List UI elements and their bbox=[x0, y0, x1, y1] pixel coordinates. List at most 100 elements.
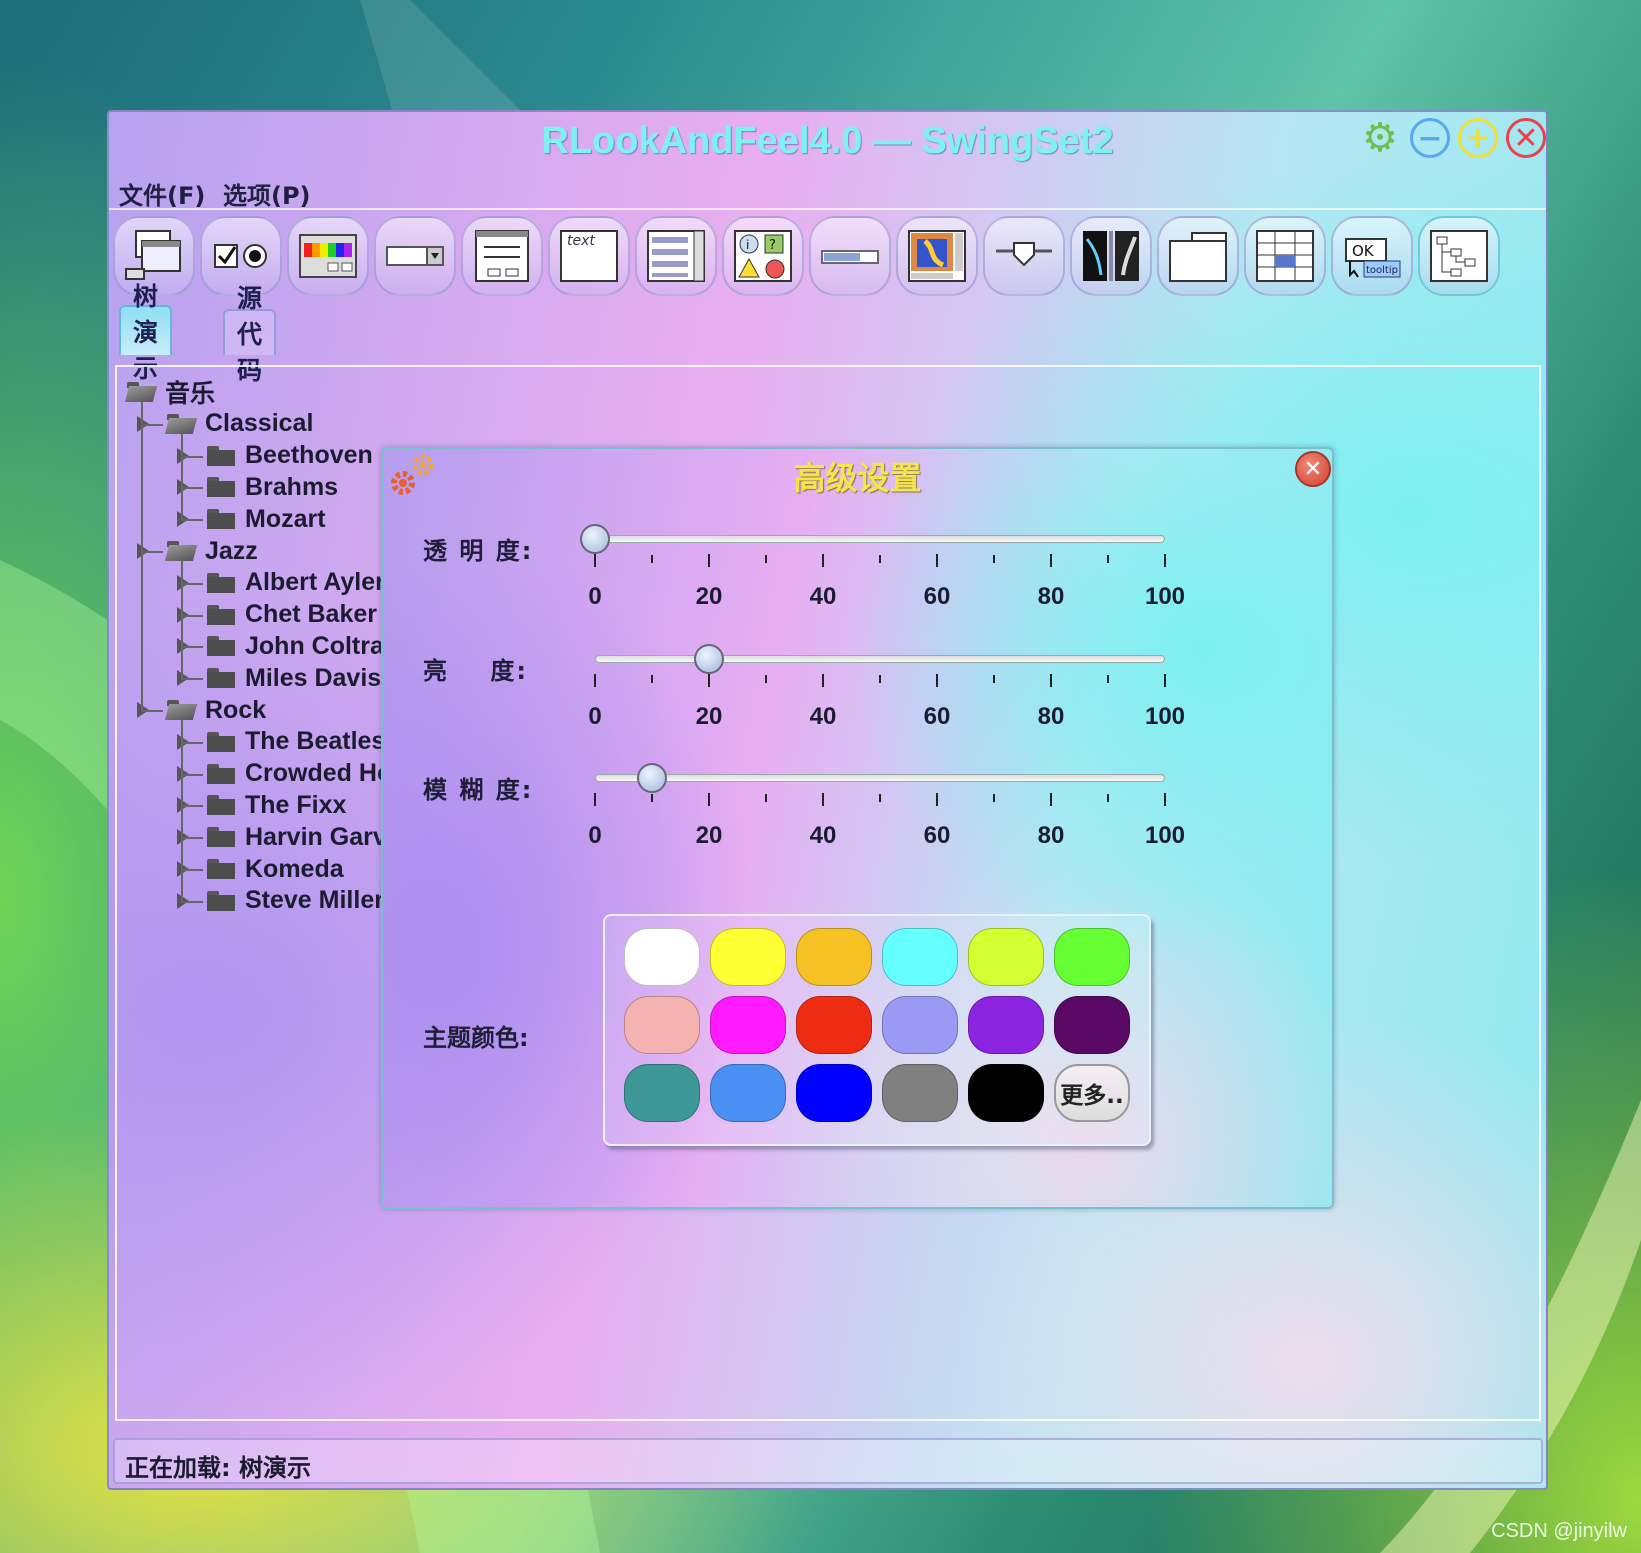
tabbed-pane-icon bbox=[1169, 232, 1227, 282]
list-icon bbox=[647, 230, 705, 282]
theme-color-swatch[interactable] bbox=[710, 928, 786, 986]
blur-slider[interactable]: 0 20 40 60 80 100 bbox=[588, 763, 1185, 888]
toolbar-tabbed-pane-button[interactable] bbox=[1157, 216, 1239, 296]
blur-label: 模 糊 度: bbox=[423, 776, 534, 804]
tab-source-code[interactable]: 源代码 bbox=[223, 284, 277, 385]
tree-node-label: Brahms bbox=[245, 472, 339, 501]
slider-tick-label: 100 bbox=[1144, 703, 1186, 730]
toolbar-color-chooser-button[interactable] bbox=[287, 216, 369, 296]
split-pane-icon bbox=[1083, 231, 1139, 281]
toolbar-file-chooser-button[interactable] bbox=[461, 216, 543, 296]
slider-track[interactable] bbox=[595, 535, 1165, 543]
tree-leaf-node[interactable]: Beethoven bbox=[207, 441, 373, 471]
slider-tick-label: 20 bbox=[695, 583, 723, 610]
slider-thumb[interactable] bbox=[637, 763, 667, 793]
toolbar-scroll-pane-button[interactable] bbox=[896, 216, 978, 296]
more-colors-button[interactable]: 更多.. bbox=[1054, 1064, 1130, 1122]
slider-thumb[interactable] bbox=[580, 524, 610, 554]
close-button[interactable]: ✕ bbox=[1506, 118, 1546, 158]
folder-icon bbox=[207, 668, 235, 689]
slider-major-tick bbox=[822, 554, 824, 567]
tree-leaf-node[interactable]: Miles Davis bbox=[207, 663, 381, 693]
toolbar-editor-pane-button[interactable]: text bbox=[548, 216, 630, 296]
slider-tick-label: 80 bbox=[1037, 703, 1065, 730]
tree-connector-line bbox=[181, 741, 203, 744]
title-bar[interactable]: RLookAndFeel4.0 — SwingSet2 ⚙ − + ✕ bbox=[109, 112, 1546, 174]
brightness-label: 亮 度: bbox=[423, 657, 529, 685]
theme-color-swatch[interactable] bbox=[624, 928, 700, 986]
theme-color-swatch[interactable] bbox=[796, 996, 872, 1054]
folder-icon bbox=[207, 763, 235, 784]
checkbox-radio-icon bbox=[214, 244, 267, 268]
folder-icon bbox=[207, 445, 235, 466]
toolbar-option-pane-button[interactable]: i ? bbox=[722, 216, 804, 296]
tree-node-label: Steve Miller bbox=[245, 886, 384, 915]
theme-color-swatch[interactable] bbox=[1054, 996, 1130, 1054]
theme-color-swatch[interactable] bbox=[796, 928, 872, 986]
theme-color-swatch[interactable] bbox=[968, 928, 1044, 986]
folder-icon bbox=[207, 604, 235, 625]
folder-icon bbox=[207, 827, 235, 848]
tree-leaf-node[interactable]: The Fixx bbox=[207, 790, 346, 820]
tree-connector-line bbox=[181, 900, 203, 903]
tree-connector-line bbox=[181, 869, 203, 871]
tab-tree-demo[interactable]: 树演示 bbox=[119, 282, 173, 383]
tree-leaf-node[interactable]: Mozart bbox=[207, 504, 326, 534]
brightness-slider[interactable]: 0 20 40 60 80 100 bbox=[588, 644, 1185, 769]
minimize-button[interactable]: − bbox=[1410, 118, 1450, 158]
slider-tick-label: 100 bbox=[1144, 822, 1186, 849]
slider-major-tick bbox=[594, 674, 596, 687]
tree-connector-line bbox=[181, 837, 203, 840]
slider-thumb[interactable] bbox=[694, 644, 724, 674]
maximize-button[interactable]: + bbox=[1458, 118, 1498, 158]
toolbar-tooltip-button[interactable]: OK tooltip bbox=[1331, 216, 1413, 296]
tree-category-node[interactable]: Classical bbox=[167, 409, 313, 439]
menu-file[interactable]: 文件(F) bbox=[119, 176, 205, 211]
slider-track[interactable] bbox=[595, 774, 1165, 782]
tree-leaf-node[interactable]: The Beatles bbox=[207, 727, 385, 757]
tree-node-label: Chet Baker bbox=[245, 600, 377, 629]
slider-major-tick bbox=[1164, 674, 1166, 687]
folder-icon bbox=[207, 890, 235, 911]
theme-color-swatch[interactable] bbox=[968, 996, 1044, 1054]
slider-tick-label: 100 bbox=[1144, 583, 1186, 610]
theme-color-swatch[interactable] bbox=[882, 1064, 958, 1122]
tree-leaf-node[interactable]: Brahms bbox=[207, 472, 338, 502]
color-chooser-icon bbox=[299, 234, 357, 278]
theme-color-swatch[interactable] bbox=[710, 1064, 786, 1122]
tree-leaf-node[interactable]: Komeda bbox=[207, 854, 344, 884]
slider-minor-tick bbox=[765, 555, 767, 563]
tree-connector-line bbox=[141, 710, 163, 712]
tree-leaf-node[interactable]: Harvin Garvel bbox=[207, 822, 408, 852]
theme-color-swatch[interactable] bbox=[624, 1064, 700, 1122]
menu-options[interactable]: 选项(P) bbox=[223, 176, 311, 211]
theme-color-swatch[interactable] bbox=[796, 1064, 872, 1122]
toolbar-list-button[interactable] bbox=[635, 216, 717, 296]
slider-tick-label: 40 bbox=[809, 822, 837, 849]
theme-color-swatch[interactable] bbox=[624, 996, 700, 1054]
tree-connector-line bbox=[181, 487, 203, 490]
theme-color-swatch[interactable] bbox=[1054, 928, 1130, 986]
dialog-close-button[interactable]: ✕ bbox=[1295, 451, 1331, 487]
slider-major-tick bbox=[708, 793, 710, 806]
toolbar-table-button[interactable] bbox=[1244, 216, 1326, 296]
slider-track[interactable] bbox=[595, 655, 1165, 663]
slider-minor-tick bbox=[765, 675, 767, 683]
settings-gear-icon[interactable]: ⚙ bbox=[1360, 115, 1400, 161]
theme-color-swatch[interactable] bbox=[968, 1064, 1044, 1122]
progress-bar-icon bbox=[821, 250, 879, 264]
tree-leaf-node[interactable]: Albert Ayler bbox=[207, 568, 385, 598]
toolbar-progress-bar-button[interactable] bbox=[809, 216, 891, 296]
theme-color-swatch[interactable] bbox=[882, 996, 958, 1054]
advanced-settings-dialog: 高级设置 ✕ 透 明 度: 0 20 40 60 80 100 亮 度: 0 20 40 60 8… bbox=[381, 447, 1334, 1209]
toolbar-combobox-button[interactable] bbox=[374, 216, 456, 296]
toolbar-slider-button[interactable] bbox=[983, 216, 1065, 296]
theme-color-swatch[interactable] bbox=[710, 996, 786, 1054]
tree-leaf-node[interactable]: Chet Baker bbox=[207, 600, 377, 630]
tree-leaf-node[interactable]: Steve Miller bbox=[207, 886, 384, 916]
toolbar-split-pane-button[interactable] bbox=[1070, 216, 1152, 296]
theme-color-swatch[interactable] bbox=[882, 928, 958, 986]
toolbar-tree-button[interactable] bbox=[1418, 216, 1500, 296]
opacity-slider[interactable]: 0 20 40 60 80 100 bbox=[580, 524, 1185, 649]
tree-connector-line bbox=[181, 646, 203, 649]
